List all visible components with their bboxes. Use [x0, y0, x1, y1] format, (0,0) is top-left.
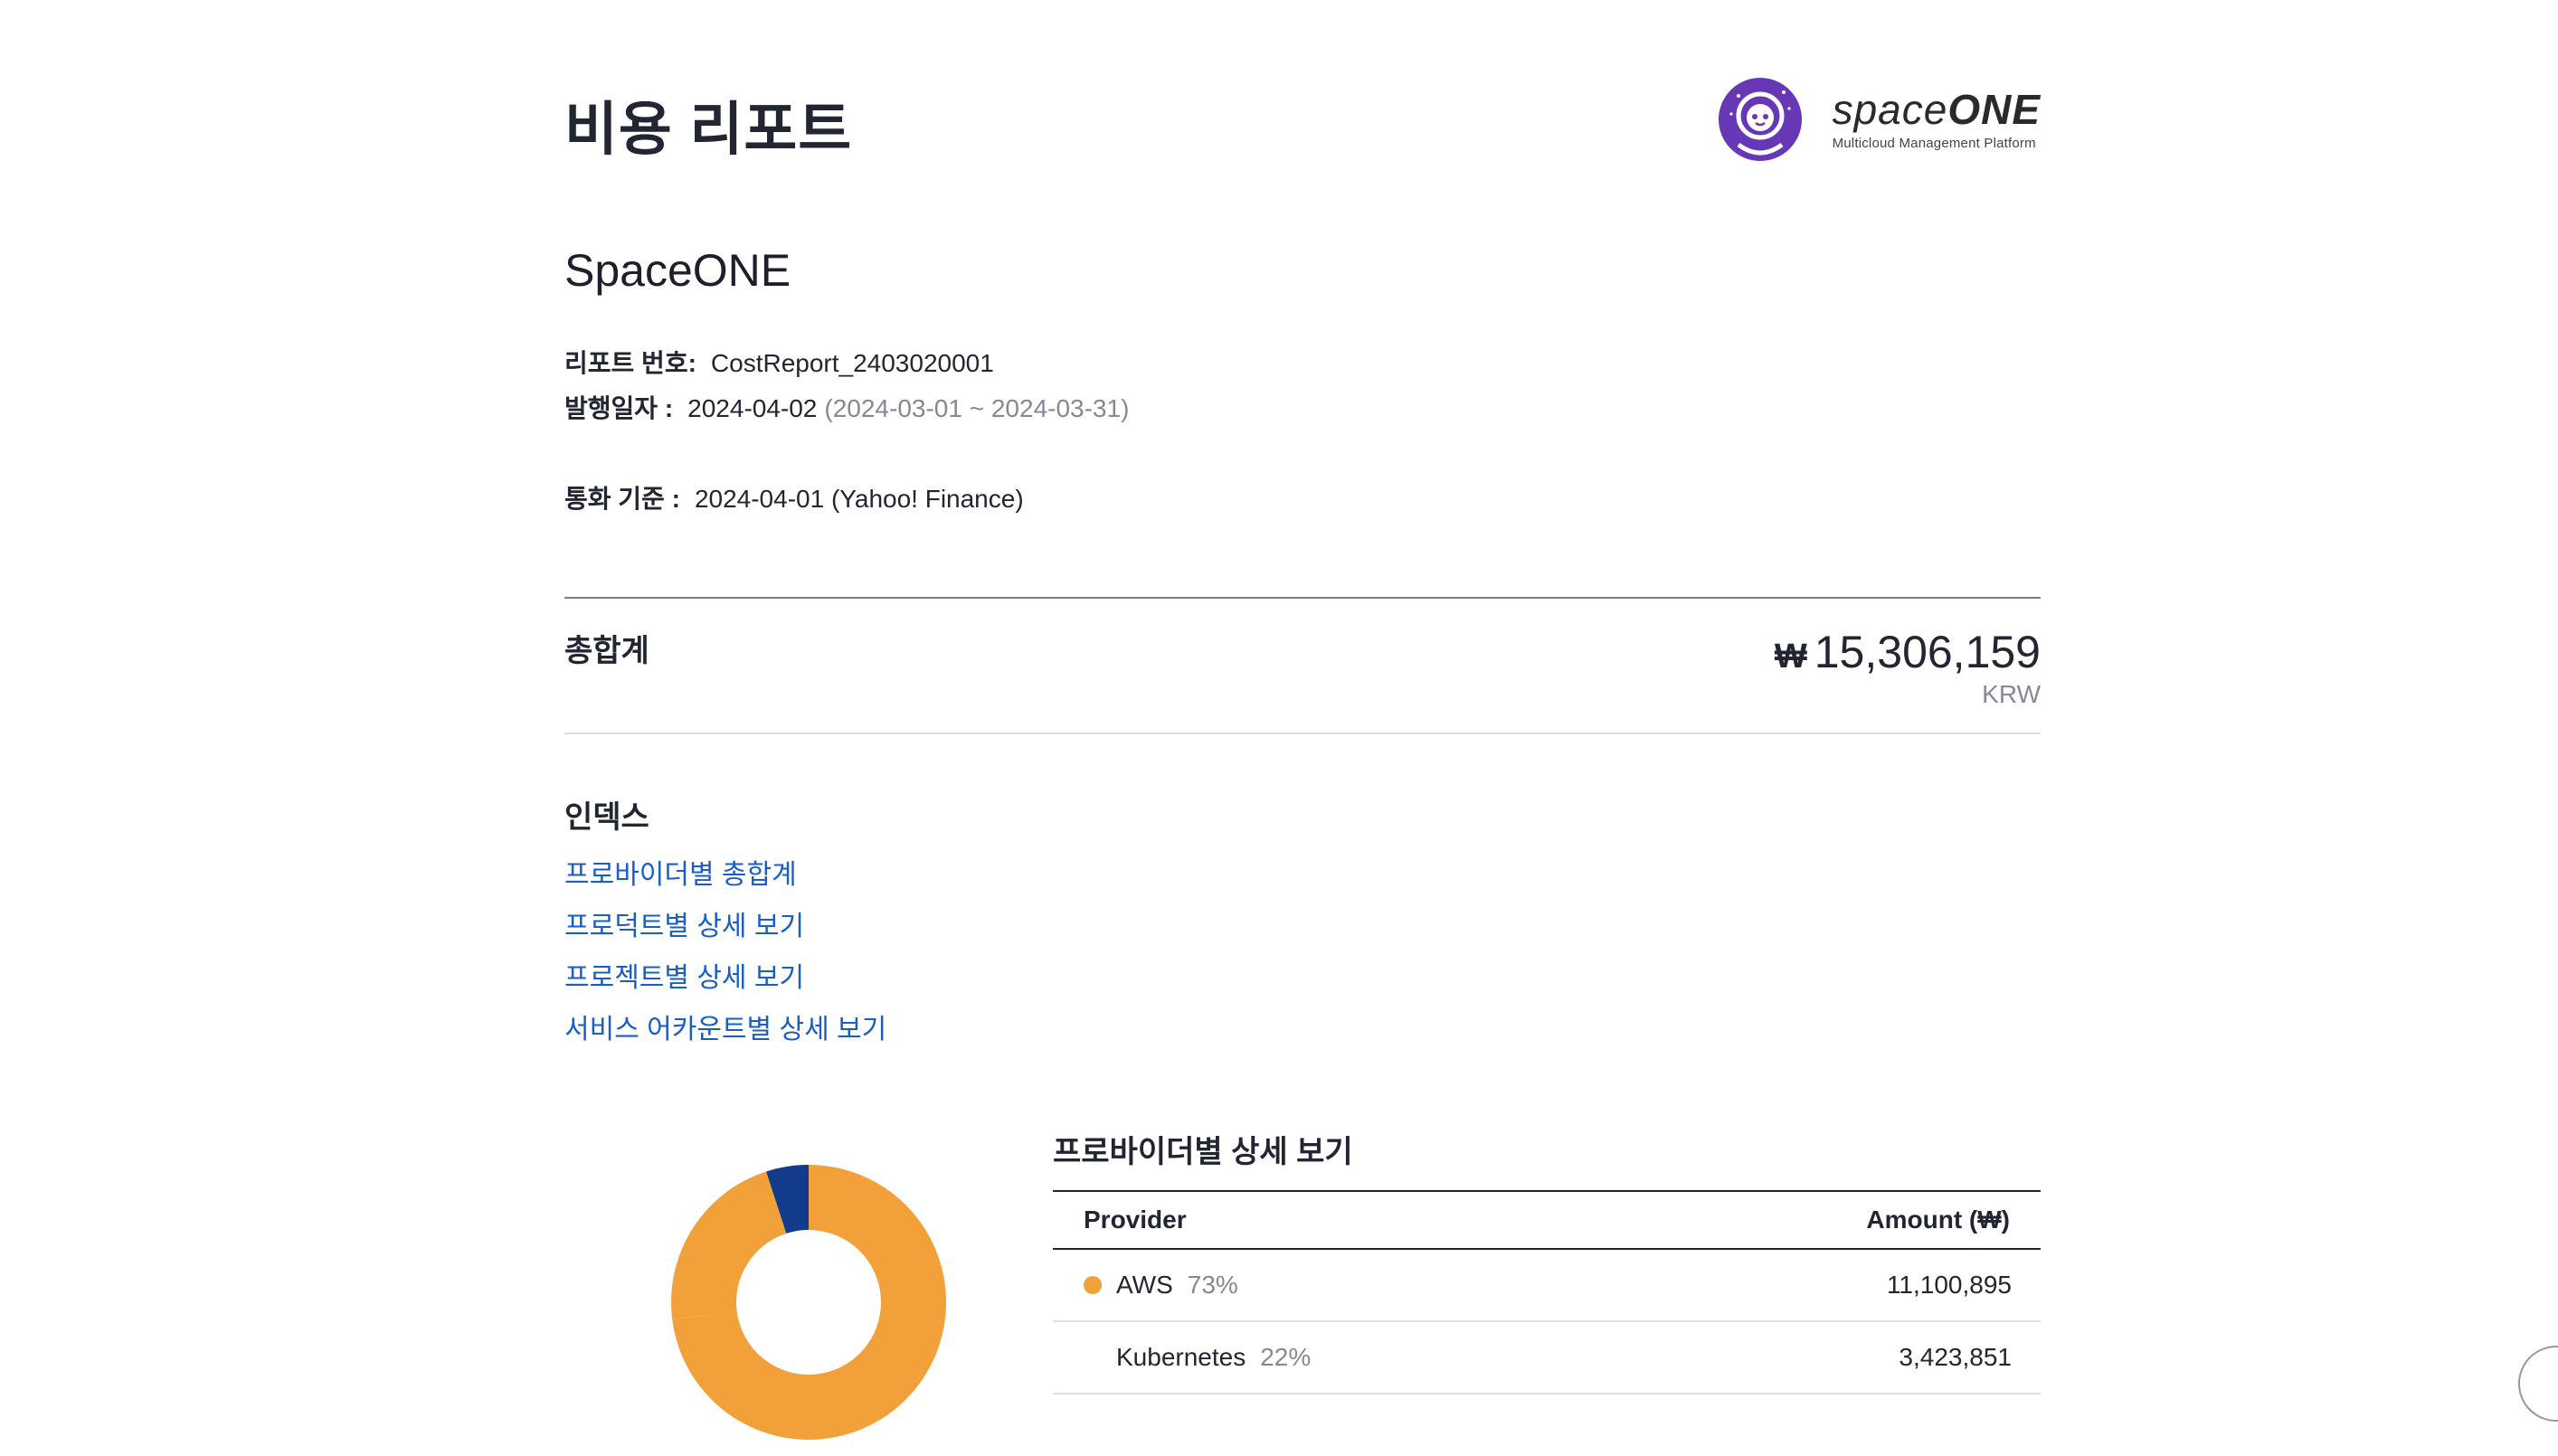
provider-amount: 11,100,895	[1886, 1271, 2012, 1299]
provider-percent: 22%	[1260, 1343, 1312, 1371]
kubernetes-color-dot	[1084, 1348, 1102, 1366]
issue-date-row: 발행일자 : 2024-04-02 (2024-03-01 ~ 2024-03-…	[564, 389, 1129, 425]
issue-date-value: 2024-04-02	[687, 394, 818, 422]
astronaut-logo-icon	[1718, 78, 1802, 161]
report-number-label: 리포트 번호:	[564, 349, 696, 377]
logo-text: spaceONE Multicloud Management Platform	[1833, 89, 2041, 151]
currency-basis-label: 통화 기준 :	[564, 485, 680, 513]
currency-basis-value: 2024-04-01 (Yahoo! Finance)	[694, 485, 1024, 513]
provider-name: Kubernetes	[1116, 1343, 1246, 1371]
report-number-value: CostReport_2403020001	[710, 349, 994, 377]
table-header: Provider Amount (₩)	[1053, 1190, 2041, 1250]
cost-report-page: 비용 리포트 spaceONE Multicloud Management Pl…	[564, 0, 2041, 1440]
logo-wordmark: spaceONE	[1832, 85, 2041, 133]
spaceone-logo: spaceONE Multicloud Management Platform	[1718, 76, 2041, 163]
total-amount-value: 15,306,159	[1814, 627, 2041, 677]
provider-cell: Kubernetes 22%	[1084, 1343, 1311, 1372]
provider-cell: AWS 73%	[1084, 1271, 1238, 1300]
index-link-service-account-detail[interactable]: 서비스 어카운트별 상세 보기	[564, 1007, 886, 1046]
index-link-provider-total[interactable]: 프로바이더별 총합계	[564, 852, 797, 892]
workspace-name: SpaceONE	[564, 245, 791, 296]
scroll-to-top-button[interactable]	[2518, 1346, 2558, 1422]
provider-table: Provider Amount (₩) AWS 73% 11,100,895 K…	[1053, 1190, 2041, 1395]
column-amount: Amount (₩)	[1866, 1205, 2010, 1234]
issue-date-label: 발행일자 :	[564, 394, 674, 422]
section-divider	[564, 597, 2041, 599]
total-divider	[564, 733, 2041, 734]
provider-percent: 73%	[1187, 1271, 1238, 1299]
provider-section-title: 프로바이더별 상세 보기	[1053, 1135, 1353, 1169]
table-row: AWS 73% 11,100,895	[1053, 1250, 2041, 1322]
provider-donut-chart	[671, 1165, 946, 1440]
aws-color-dot	[1084, 1276, 1102, 1294]
report-period: (2024-03-01 ~ 2024-03-31)	[824, 394, 1130, 422]
index-link-product-detail[interactable]: 프로덕트별 상세 보기	[564, 903, 804, 943]
table-row: Kubernetes 22% 3,423,851	[1053, 1322, 2041, 1395]
currency-basis-row: 통화 기준 : 2024-04-01 (Yahoo! Finance)	[564, 479, 1024, 515]
report-title: 비용 리포트	[564, 97, 853, 162]
donut-slice-kubernetes	[671, 1171, 787, 1320]
provider-amount: 3,423,851	[1899, 1343, 2012, 1371]
total-currency: KRW	[1982, 680, 2041, 708]
report-number-row: 리포트 번호: CostReport_2403020001	[564, 344, 994, 380]
won-symbol: ₩	[1774, 638, 1807, 676]
total-amount: ₩15,306,159	[1775, 626, 2041, 678]
logo-subtitle: Multicloud Management Platform	[1832, 135, 2036, 151]
provider-name: AWS	[1116, 1271, 1173, 1299]
total-label: 총합계	[564, 634, 649, 668]
column-provider: Provider	[1084, 1205, 1187, 1234]
index-link-project-detail[interactable]: 프로젝트별 상세 보기	[564, 955, 804, 995]
index-title: 인덱스	[564, 800, 649, 835]
